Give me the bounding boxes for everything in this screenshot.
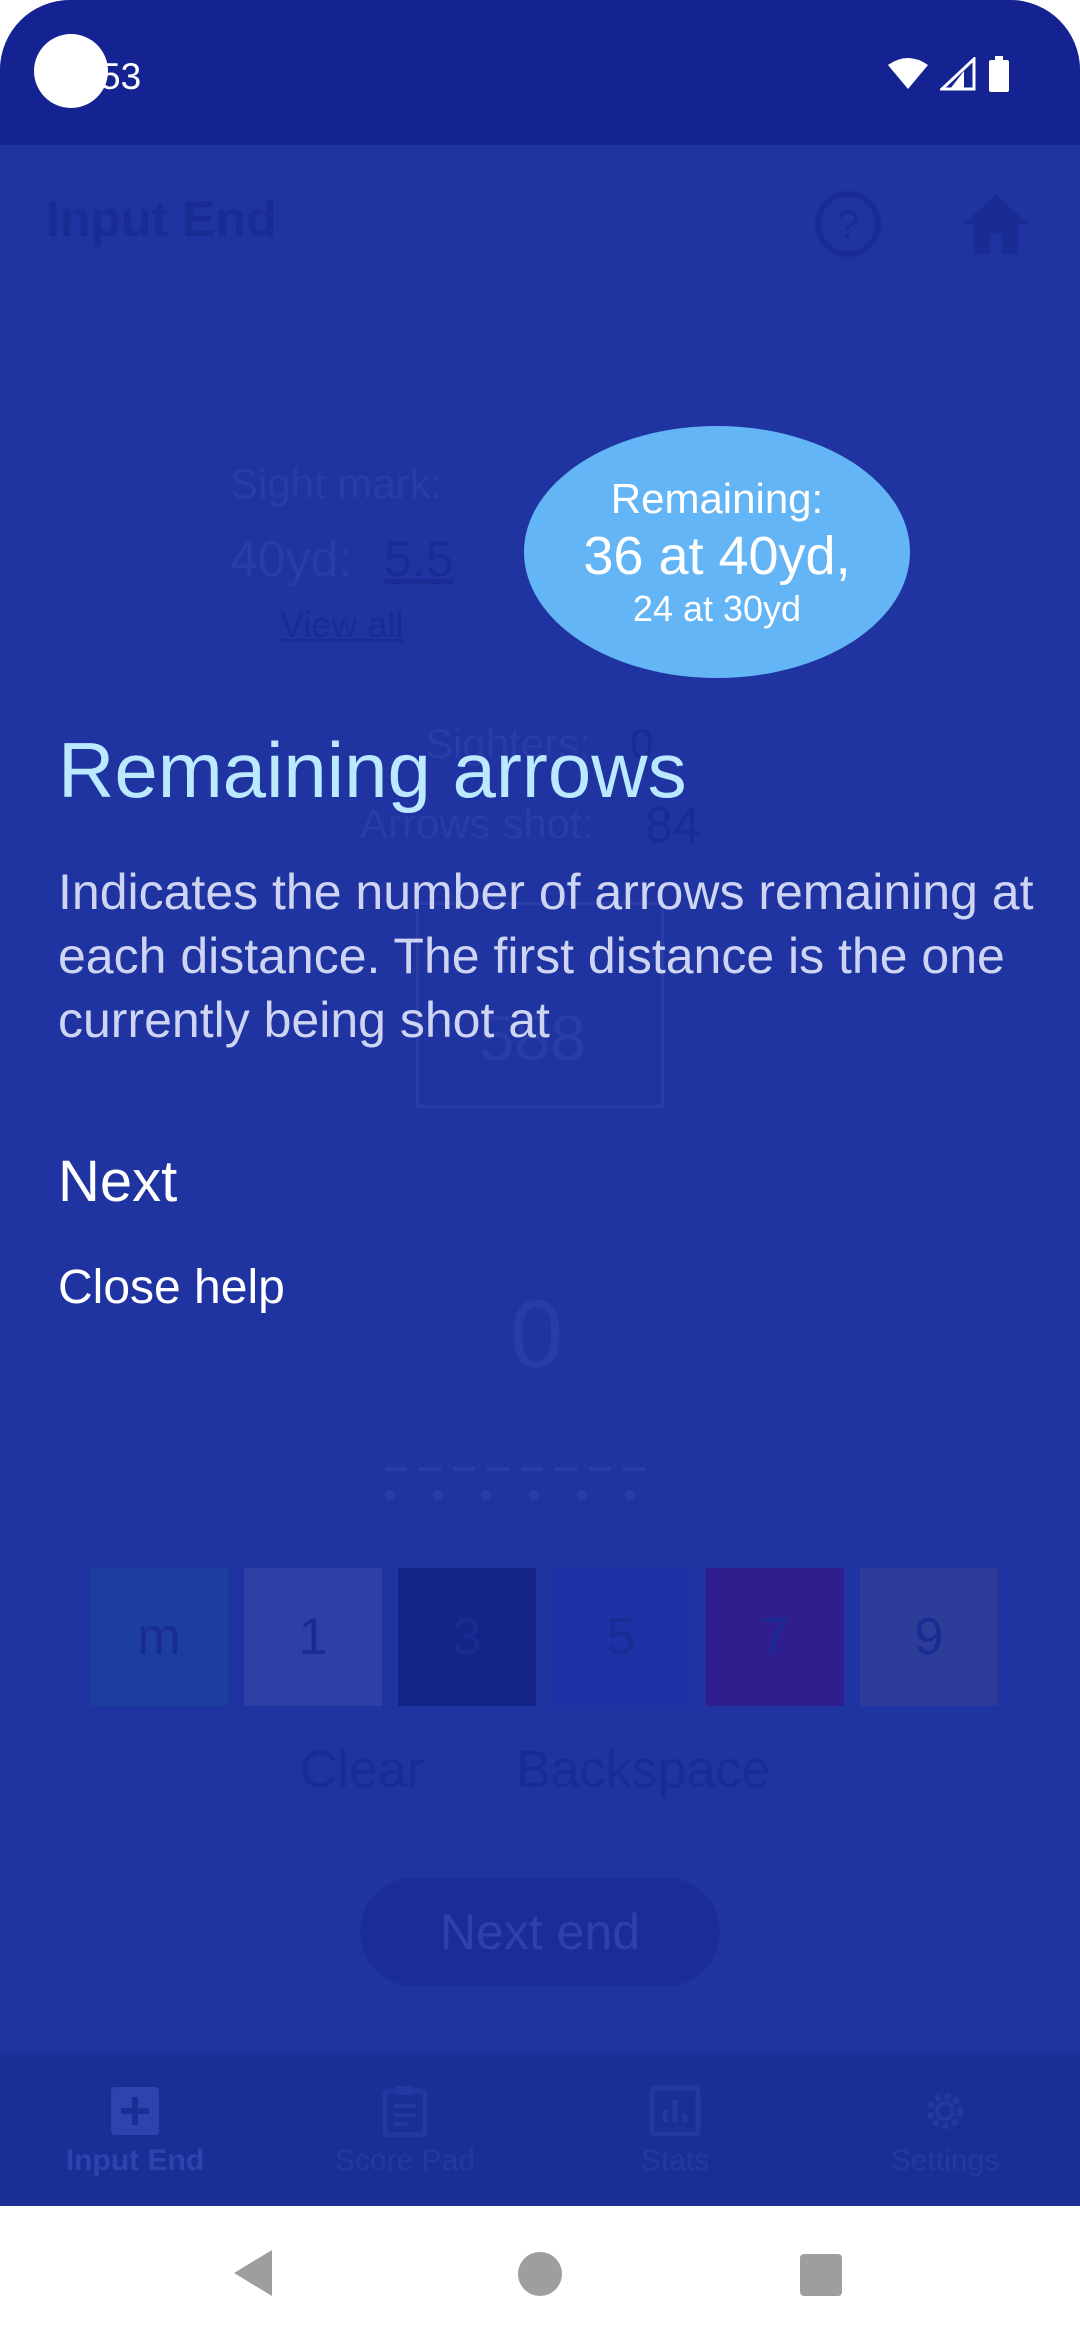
score-key-label: m: [137, 1608, 181, 1666]
camera-cutout: [34, 34, 108, 108]
sight-mark-label: Sight mark:: [230, 460, 443, 507]
next-end-button[interactable]: Next end: [360, 1878, 720, 1986]
battery-icon: [989, 56, 1009, 92]
score-key[interactable]: m: [90, 1568, 228, 1706]
bar-chart-icon: [649, 2085, 701, 2136]
status-time: 53: [100, 56, 142, 97]
score-key-label: 9: [914, 1608, 944, 1666]
clear-button[interactable]: Clear: [300, 1740, 424, 1800]
gear-icon: [927, 2092, 963, 2129]
score-key[interactable]: 1: [244, 1568, 382, 1706]
arrow-slots: [385, 1455, 645, 1471]
score-key-label: 3: [452, 1608, 482, 1666]
wifi-icon: [888, 58, 928, 89]
nav-input-end[interactable]: Input End: [0, 2055, 270, 2206]
score-key-label: 1: [298, 1608, 328, 1666]
nav-label: Input End: [65, 2143, 205, 2177]
nav-label: Score Pad: [334, 2143, 476, 2177]
nav-label: Settings: [890, 2143, 1000, 2177]
arrow-slot-dots: [385, 1490, 635, 1500]
help-icon[interactable]: ?: [812, 188, 884, 260]
nav-label: Stats: [640, 2143, 710, 2177]
remaining-label: Remaining:: [610, 475, 824, 522]
sight-mark-value[interactable]: 5.5: [384, 530, 454, 588]
signal-icon: [940, 57, 976, 91]
home-nav-icon[interactable]: [518, 2252, 562, 2296]
nav-stats[interactable]: Stats: [540, 2055, 810, 2206]
tutorial-title: Remaining arrows: [58, 726, 687, 814]
remaining-arrows-bubble: Remaining: 36 at 40yd, 24 at 30yd: [524, 426, 910, 678]
status-bar: 53: [0, 0, 1080, 145]
screen: 53 Input End ? Sight mark: 40yd: 5.5 Vie…: [0, 0, 1080, 2206]
score-key[interactable]: 5: [552, 1568, 690, 1706]
score-key[interactable]: 9: [860, 1568, 998, 1706]
end-total: 0: [510, 1281, 564, 1388]
score-keypad: m 1 3 5 7 9: [90, 1568, 998, 1706]
back-icon[interactable]: [232, 2248, 276, 2298]
clipboard-icon: [382, 2085, 428, 2137]
plus-box-icon: [111, 2086, 159, 2135]
page-title: Input End: [46, 191, 277, 247]
backspace-button[interactable]: Backspace: [516, 1740, 770, 1800]
score-key-label: 5: [606, 1608, 636, 1666]
remaining-next: 24 at 30yd: [632, 588, 802, 629]
score-key-label: 7: [760, 1608, 790, 1666]
score-key[interactable]: 3: [398, 1568, 536, 1706]
bottom-navigation: Input End Score Pad Stats Settings: [0, 2055, 1080, 2206]
svg-text:?: ?: [837, 203, 859, 247]
status-icons: [888, 56, 1010, 92]
next-end-label: Next end: [439, 1904, 641, 1960]
view-all-link[interactable]: View all: [280, 604, 403, 646]
score-key[interactable]: 7: [706, 1568, 844, 1706]
recents-icon[interactable]: [800, 2254, 842, 2296]
sight-distance: 40yd:: [230, 531, 353, 587]
remaining-current: 36 at 40yd,: [583, 526, 851, 586]
close-help-button[interactable]: Close help: [58, 1260, 285, 1315]
nav-settings[interactable]: Settings: [810, 2055, 1080, 2206]
tutorial-next-button[interactable]: Next: [58, 1148, 177, 1215]
tutorial-body: Indicates the number of arrows remaining…: [58, 864, 1034, 1048]
nav-score-pad[interactable]: Score Pad: [270, 2055, 540, 2206]
home-icon[interactable]: [960, 188, 1032, 260]
